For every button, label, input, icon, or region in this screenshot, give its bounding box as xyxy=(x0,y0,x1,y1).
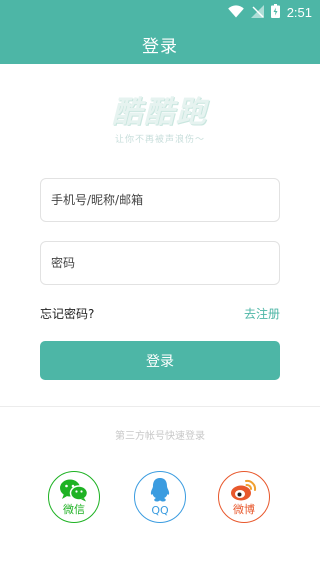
password-input[interactable] xyxy=(51,256,279,270)
status-bar: 2:51 xyxy=(0,0,320,24)
status-icons: 2:51 xyxy=(227,3,312,22)
app-bar: 登录 xyxy=(0,24,320,64)
logo-text: 酷酷跑 xyxy=(112,95,208,130)
weibo-login-button[interactable]: 微博 xyxy=(218,471,270,523)
login-button[interactable]: 登录 xyxy=(40,341,280,380)
page-title: 登录 xyxy=(142,36,178,57)
username-input[interactable] xyxy=(51,193,279,207)
wechat-label: 微信 xyxy=(63,503,85,516)
status-time: 2:51 xyxy=(286,4,312,20)
third-party-login-label: 第三方帐号快速登录 xyxy=(115,431,205,442)
password-field[interactable] xyxy=(40,241,280,285)
username-field[interactable] xyxy=(40,178,280,222)
qq-login-button[interactable]: QQ xyxy=(134,471,186,523)
qq-penguin-icon xyxy=(148,477,172,503)
wifi-icon xyxy=(227,3,244,22)
wechat-login-button[interactable]: 微信 xyxy=(48,471,100,523)
no-signal-icon xyxy=(250,3,264,22)
logo-slogan: 让你不再被声浪伤～ xyxy=(114,135,205,145)
divider xyxy=(0,406,320,407)
forgot-password-link[interactable]: 忘记密码? xyxy=(40,305,94,322)
weibo-icon xyxy=(230,478,258,502)
battery-icon xyxy=(270,3,280,22)
weibo-label: 微博 xyxy=(233,503,255,516)
app-logo: 酷酷跑 让你不再被声浪伤～ xyxy=(80,96,240,152)
register-link[interactable]: 去注册 xyxy=(244,305,280,322)
qq-label: QQ xyxy=(151,504,169,517)
wechat-icon xyxy=(59,478,89,502)
